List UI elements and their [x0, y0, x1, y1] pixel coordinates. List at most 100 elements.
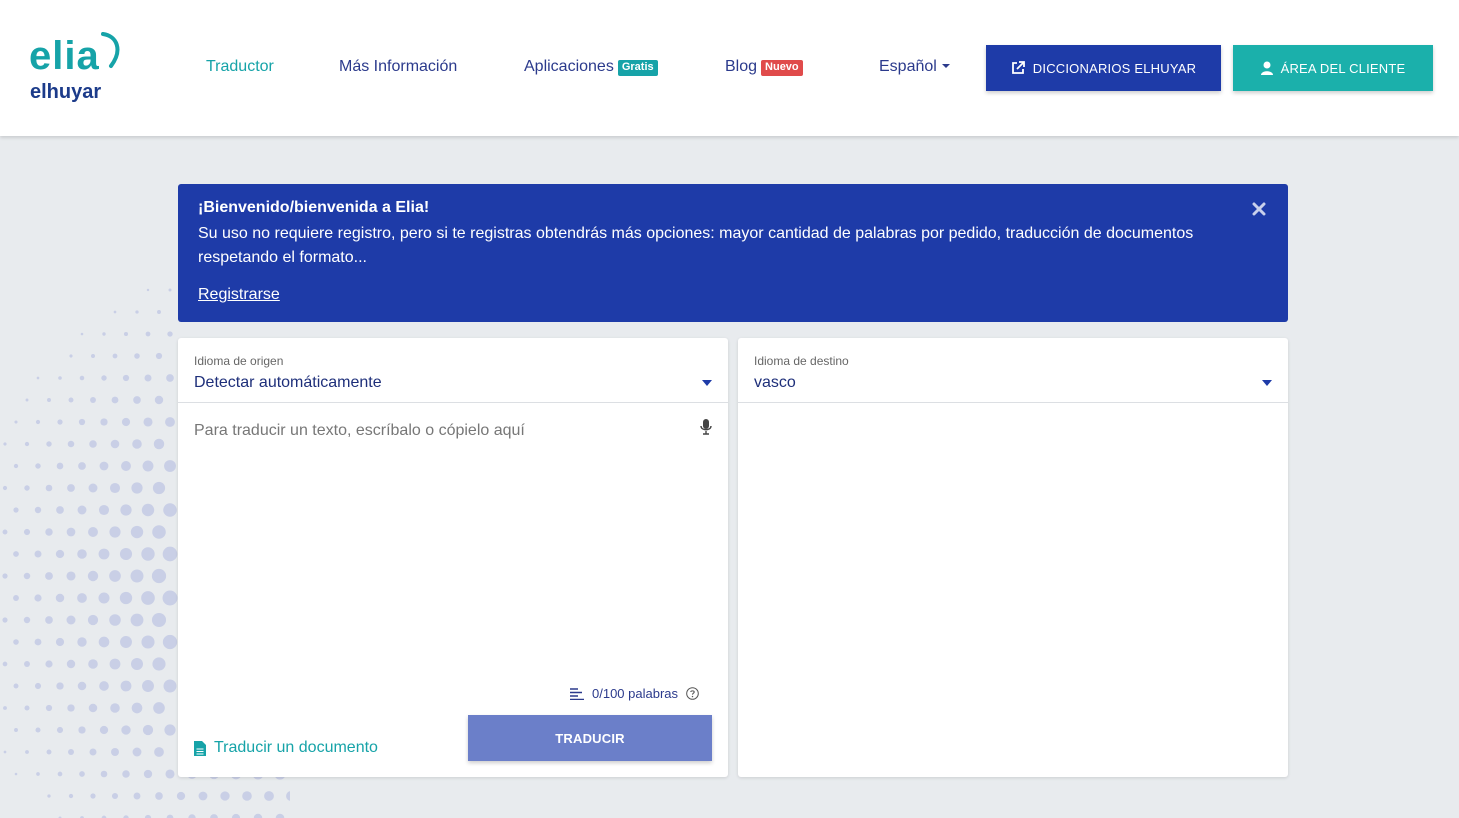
decorative-dot: [98, 636, 110, 648]
nav-translator[interactable]: Traductor: [206, 57, 274, 77]
decorative-dot: [35, 727, 41, 733]
decorative-dot: [275, 813, 285, 818]
decorative-dot: [3, 442, 7, 446]
decorative-dot: [110, 703, 120, 713]
elia-logo[interactable]: elia elhuyar: [29, 32, 129, 104]
nav-apps[interactable]: Aplicaciones Gratis: [524, 57, 658, 77]
decorative-dot: [34, 506, 42, 514]
decorative-dot: [152, 525, 166, 539]
user-icon: [1260, 61, 1273, 75]
decorative-dot: [112, 353, 118, 359]
source-language-select[interactable]: Idioma de origen Detectar automáticament…: [178, 338, 728, 403]
decorative-dot: [66, 659, 76, 669]
translate-button[interactable]: TRADUCIR: [468, 715, 712, 761]
decorative-dot: [90, 793, 96, 799]
decorative-dot: [2, 617, 8, 623]
client-area-button[interactable]: ÁREA DEL CLIENTE: [1233, 45, 1433, 91]
target-language-select[interactable]: Idioma de destino vasco: [738, 338, 1288, 403]
decorative-dot: [153, 702, 165, 714]
decorative-dot: [231, 813, 241, 818]
decorative-dot: [87, 614, 99, 626]
external-link-icon: [1011, 61, 1025, 74]
decorative-dot: [99, 725, 109, 735]
target-language-value: vasco: [754, 374, 796, 391]
close-icon[interactable]: [1252, 202, 1266, 216]
source-text-input[interactable]: [178, 404, 728, 674]
decorative-dot: [121, 417, 131, 427]
translate-document-link[interactable]: Traducir un documento: [194, 739, 378, 757]
decorative-dot: [68, 397, 74, 403]
nav-blog[interactable]: Blog Nuevo: [725, 57, 803, 77]
decorative-dot: [152, 481, 166, 495]
decorative-dot: [88, 659, 98, 669]
word-counter: 0/100 palabras: [570, 686, 699, 701]
decorative-dot: [121, 461, 131, 471]
decorative-dot: [120, 636, 132, 648]
language-dropdown-label: Español: [879, 58, 937, 75]
decorative-dot: [264, 791, 274, 801]
decorative-dot: [121, 725, 131, 735]
decorative-dot: [99, 681, 109, 691]
decorative-dot: [67, 484, 75, 492]
decorative-dot: [45, 572, 53, 580]
decorative-dot: [3, 706, 7, 710]
source-language-value: Detectar automáticamente: [194, 374, 382, 391]
decorative-dot: [55, 637, 65, 647]
microphone-icon[interactable]: [700, 419, 712, 435]
decorative-dot: [144, 374, 152, 382]
decorative-dot: [55, 549, 65, 559]
decorative-dot: [151, 612, 167, 628]
source-panel: Idioma de origen Detectar automáticament…: [178, 338, 728, 777]
decorative-dot: [153, 438, 165, 450]
decorative-dot: [143, 769, 153, 779]
decorative-dot: [34, 638, 42, 646]
decorative-dot: [45, 528, 53, 536]
decorative-dot: [152, 657, 166, 671]
decorative-dot: [45, 704, 53, 712]
language-dropdown[interactable]: Español: [879, 57, 950, 77]
decorative-dot: [132, 439, 142, 449]
nav-more-info[interactable]: Más Información: [339, 57, 457, 77]
decorative-dot: [162, 634, 178, 650]
decorative-dot: [109, 526, 121, 538]
register-link[interactable]: Registrarse: [198, 286, 280, 304]
help-circle-icon[interactable]: [686, 687, 699, 700]
decorative-dot: [87, 570, 99, 582]
decorative-dot: [109, 570, 121, 582]
decorative-dot: [166, 374, 174, 382]
dictionaries-button[interactable]: DICCIONARIOS ELHUYAR: [986, 45, 1221, 91]
decorative-dot: [141, 591, 155, 605]
client-area-button-label: ÁREA DEL CLIENTE: [1280, 60, 1406, 76]
decorative-dot: [133, 396, 141, 404]
decorative-dot: [77, 549, 87, 559]
decorative-dot: [142, 460, 154, 472]
decorative-dot: [164, 724, 176, 736]
decorative-dot: [122, 770, 130, 778]
top-header: elia elhuyar Traductor Más Información A…: [0, 0, 1459, 136]
decorative-dot: [34, 682, 42, 690]
decorative-dot: [45, 616, 53, 624]
decorative-dot: [163, 503, 177, 517]
decorative-dot: [56, 726, 64, 734]
decorative-dot: [142, 724, 154, 736]
decorative-dot: [90, 397, 96, 403]
decorative-dot: [36, 376, 40, 380]
dictionaries-button-label: DICCIONARIOS ELHUYAR: [1032, 60, 1197, 76]
decorative-dot: [57, 419, 63, 425]
decorative-dot: [2, 573, 8, 579]
decorative-dot: [45, 660, 53, 668]
decorative-dot: [24, 441, 30, 447]
decorative-dot: [24, 705, 30, 711]
decorative-dot: [286, 791, 290, 801]
decorative-dot: [88, 483, 98, 493]
decorative-dot: [79, 771, 85, 777]
decorative-dot: [3, 750, 7, 754]
decorative-dot: [111, 792, 119, 800]
translate-document-label: Traducir un documento: [214, 739, 378, 756]
decorative-dot: [98, 548, 110, 560]
decorative-dot: [120, 680, 132, 692]
decorative-dot: [14, 420, 18, 424]
target-panel: Idioma de destino vasco: [738, 338, 1288, 777]
decorative-dot: [47, 398, 51, 402]
logo-elhuyar-text: elhuyar: [30, 81, 102, 103]
